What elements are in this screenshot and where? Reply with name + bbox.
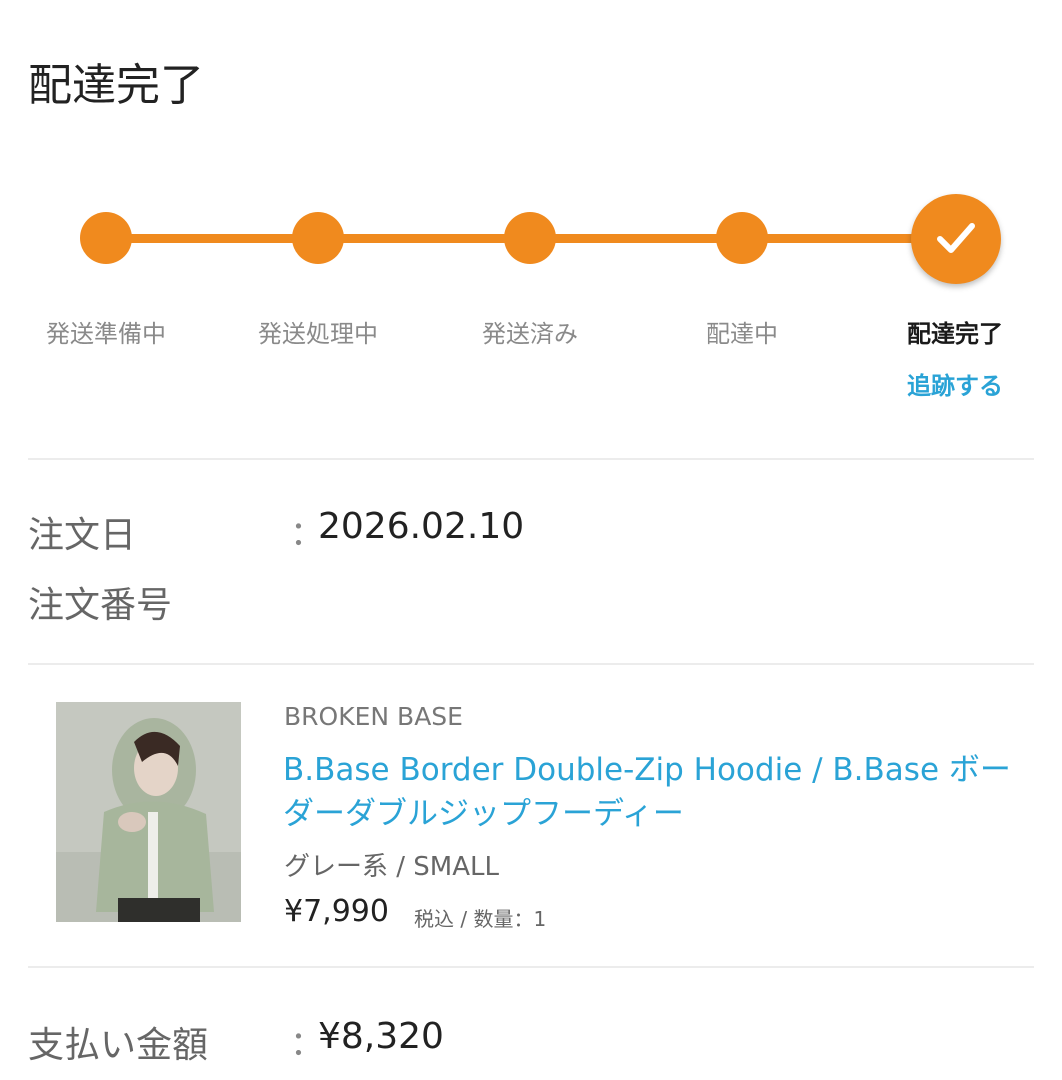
order-number-label: 注文番号 xyxy=(28,585,173,626)
checkmark-icon xyxy=(937,223,975,253)
step-label-1: 発送準備中 xyxy=(46,320,166,348)
order-date-label: 注文日 xyxy=(28,515,137,556)
product-brand: BROKEN BASE xyxy=(284,702,463,731)
product-name-link[interactable]: B.Base Border Double-Zip Hoodie / B.Base… xyxy=(283,748,1013,836)
track-shipment-link[interactable]: 追跡する xyxy=(855,366,1055,401)
product-photo-illustration xyxy=(56,702,241,922)
product-price: ¥7,990 xyxy=(284,894,389,929)
delivery-progress-tracker: 発送準備中 発送処理中 発送済み 配達中 配達完了 追跡する xyxy=(0,180,1062,420)
payment-amount-value: ¥8,320 xyxy=(318,1016,444,1057)
divider xyxy=(28,458,1034,460)
step-label-5: 配達完了 xyxy=(907,320,1003,348)
payment-amount-label: 支払い金額 xyxy=(28,1025,209,1066)
step-dot-1 xyxy=(80,212,132,264)
order-date-value: 2026.02.10 xyxy=(318,506,525,547)
step-dot-3 xyxy=(504,212,556,264)
step-label-3: 発送済み xyxy=(482,320,578,348)
step-label-4: 配達中 xyxy=(706,320,778,348)
step-label-2: 発送処理中 xyxy=(258,320,378,348)
product-image[interactable] xyxy=(56,702,241,922)
step-dot-5-completed xyxy=(911,194,1001,284)
page-title: 配達完了 xyxy=(28,60,204,111)
step-dot-4 xyxy=(716,212,768,264)
product-variant: グレー系 / SMALL xyxy=(284,852,499,882)
price-tax-quantity: 税込 / 数量：1 xyxy=(414,907,547,931)
step-dot-2 xyxy=(292,212,344,264)
divider xyxy=(28,663,1034,665)
divider xyxy=(28,966,1034,968)
